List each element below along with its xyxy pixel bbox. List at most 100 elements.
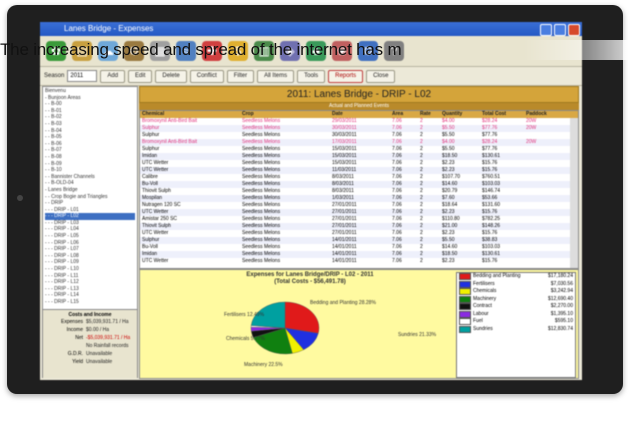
table-cell: $77.76 — [482, 132, 498, 138]
tree-item[interactable]: - - B-04 — [45, 128, 135, 135]
minimize-button[interactable] — [540, 24, 552, 36]
delete-button[interactable]: Delete — [155, 69, 187, 83]
summary-row: Income $0.00 / Ha — [43, 326, 137, 334]
table-row[interactable]: UTC Wetter Seedless Melons 27/01/2011 7.06 2… — [140, 209, 578, 216]
tree-item[interactable]: - - DRIP — [45, 200, 135, 207]
table-cell: 7.06 — [392, 118, 402, 124]
app-window: Lanes Bridge - Expenses ✿ ▤ ☁ ⚙ ▦ ≈ ✚ $ … — [40, 22, 582, 380]
tree-item[interactable]: - - - DRIP - L12 — [45, 279, 135, 286]
tree-item[interactable]: - - B-09 — [45, 161, 135, 168]
tree-item[interactable]: - - - DRIP - L07 — [45, 246, 135, 253]
table-row[interactable]: Amistar 250 SC Seedless Melons 27/01/2011 7… — [140, 216, 578, 223]
table-cell: Imidan — [142, 251, 158, 257]
table-cell: Amistar 250 SC — [142, 216, 178, 222]
tree-item[interactable]: - - B-07 — [45, 147, 135, 154]
tree-item[interactable]: - - B-06 — [45, 141, 135, 148]
camera-dot — [17, 195, 23, 201]
tree-item[interactable]: - - B-10 — [45, 167, 135, 174]
table-cell — [526, 209, 550, 216]
add-button[interactable]: Add — [100, 69, 126, 83]
summary-key: Yield — [72, 359, 83, 365]
tree-item[interactable]: - - - DRIP - L10 — [45, 266, 135, 273]
tree-item[interactable]: - - B-01 — [45, 108, 135, 115]
table-row[interactable]: Thiovit Sulph Seedless Melons 8/03/2011 7.0… — [140, 188, 578, 195]
table-row[interactable]: Bromoxynil Anti-Bird Bait Seedless Melons… — [140, 118, 578, 125]
column-header[interactable]: Rate — [420, 111, 442, 118]
season-select[interactable]: 2011 — [67, 70, 98, 82]
tree-item[interactable]: - - - DRIP - L08 — [45, 253, 135, 260]
tree-item[interactable]: - - B-08 — [45, 154, 135, 161]
table-row[interactable]: Mospilan Seedless Melons 1/03/2011 7.06 2 $7.… — [140, 195, 578, 202]
table-cell: Mospilan — [142, 195, 163, 201]
table-cell: Seedless Melons — [242, 223, 281, 229]
table-row[interactable]: Imidan Seedless Melons 14/01/2011 7.06 2 $18.… — [140, 251, 578, 258]
pie-label: Sundries 21.33% — [398, 332, 437, 338]
tree-item[interactable]: - - Crop Bogie and Triangles — [45, 194, 135, 201]
table-row[interactable]: Nutragen 120 SC Seedless Melons 27/01/2011… — [140, 202, 578, 209]
tree-item[interactable]: - - - DRIP - L06 — [45, 240, 135, 247]
table-row[interactable]: UTC Wetter Seedless Melons 14/01/2011 7.06 2… — [140, 258, 578, 265]
table-row[interactable]: Sulphur Seedless Melons 30/03/2011 7.06 2 $5.… — [140, 132, 578, 139]
legend-value: $7,030.56 — [550, 280, 573, 287]
tree-item[interactable]: - - B-05 — [45, 134, 135, 141]
tree-item[interactable]: - - B-00 — [45, 101, 135, 108]
table-cell: 2 — [420, 195, 423, 201]
table-cell: UTC Wetter — [142, 258, 169, 264]
table-row[interactable]: Sulphur Seedless Melons 15/03/2011 7.06 2 $5.… — [140, 146, 578, 153]
tree-item[interactable]: - - - DRIP - L14 — [45, 292, 135, 299]
tree-item[interactable]: - - - DRIP - L01 — [45, 207, 135, 214]
column-header[interactable]: Quantity — [442, 111, 482, 118]
table-row[interactable]: UTC Wetter Seedless Melons 11/03/2011 7.06 2… — [140, 167, 578, 174]
tree-item[interactable]: - - - DRIP - L02 — [45, 213, 135, 220]
table-cell: $130.61 — [482, 251, 501, 257]
table-cell — [526, 202, 550, 209]
tree-item[interactable]: Bienvenu — [45, 88, 135, 95]
table-row[interactable]: UTC Wetter Seedless Melons 27/01/2011 7.06 2… — [140, 230, 578, 237]
pie-label: Chemicals 5.77% — [226, 336, 265, 342]
all-items-button[interactable]: All Items — [257, 69, 295, 83]
paddock-tree[interactable]: Bienvenu - Bunjoon Areas - - B-00- - B-01-… — [43, 87, 137, 309]
table-row[interactable]: Bromoxynil Anti-Bird Bait Seedless Melons… — [140, 139, 578, 146]
legend-label: Bedding and Planting — [473, 273, 521, 279]
column-header[interactable]: Crop — [242, 111, 332, 118]
conflict-button[interactable]: Conflict — [189, 69, 224, 83]
table-row[interactable]: Imidan Seedless Melons 15/03/2011 7.06 2 $18.… — [140, 153, 578, 160]
tree-item[interactable]: - - Bannister Channels — [45, 174, 135, 181]
tree-item[interactable]: - - - DRIP - L03 — [45, 220, 135, 227]
tools-button[interactable]: Tools — [297, 69, 326, 83]
edit-button[interactable]: Edit — [128, 69, 153, 83]
close-button[interactable]: Close — [366, 69, 396, 83]
table-row[interactable]: Bu-Voll Seedless Melons 14/01/2011 7.06 2 $14… — [140, 244, 578, 251]
tree-item[interactable]: - - - DRIP - L15 — [45, 299, 135, 306]
tree-item[interactable]: - - B-03 — [45, 121, 135, 128]
tree-item[interactable]: - - - DRIP - L04 — [45, 226, 135, 233]
column-header[interactable]: Chemical — [140, 111, 242, 118]
table-row[interactable]: UTC Wetter Seedless Melons 15/03/2011 7.06 2… — [140, 160, 578, 167]
tree-item[interactable]: - - - DRIP - L13 — [45, 286, 135, 293]
column-header[interactable]: Total Cost — [482, 111, 526, 118]
column-header[interactable]: Area — [392, 111, 420, 118]
table-row[interactable]: Thiovit Sulph Seedless Melons 27/01/2011 7.… — [140, 223, 578, 230]
table-row[interactable]: Sulphur Seedless Melons 30/03/2011 7.06 2 $5.… — [140, 125, 578, 132]
tree-item[interactable]: - Lanes Bridge — [45, 187, 135, 194]
table-row[interactable]: Calibre Seedless Melons 8/03/2011 7.06 2 $107… — [140, 174, 578, 181]
table-cell: $77.76 — [482, 125, 498, 131]
table-row[interactable]: Bu-Voll Seedless Melons 8/03/2011 7.06 2 $14.… — [140, 181, 578, 188]
filter-button[interactable]: Filter — [226, 69, 255, 83]
tree-item[interactable]: - - - DRIP - L11 — [45, 273, 135, 280]
tree-item[interactable]: - Bunjoon Areas — [45, 95, 135, 102]
maximize-button[interactable] — [554, 24, 566, 36]
reports-button[interactable]: Reports — [328, 69, 364, 83]
column-header[interactable]: Paddock — [526, 111, 550, 118]
table-cell: $103.03 — [482, 181, 501, 187]
table-scrollbar[interactable] — [570, 118, 578, 268]
close-window-button[interactable] — [568, 24, 580, 36]
column-header[interactable]: Date — [332, 111, 392, 118]
tree-item[interactable]: - - - DRIP - L09 — [45, 259, 135, 266]
chart-title: Expenses for Lanes Bridge/DRIP - L02 - 2… — [246, 272, 374, 278]
tree-item[interactable]: - - B-OLD-04 — [45, 180, 135, 187]
table-row[interactable]: Sulphur Seedless Melons 14/01/2011 7.06 2 $5.… — [140, 237, 578, 244]
tree-item[interactable]: - - B-02 — [45, 114, 135, 121]
tree-item[interactable]: - - - DRIP - L05 — [45, 233, 135, 240]
table-cell — [526, 153, 550, 160]
